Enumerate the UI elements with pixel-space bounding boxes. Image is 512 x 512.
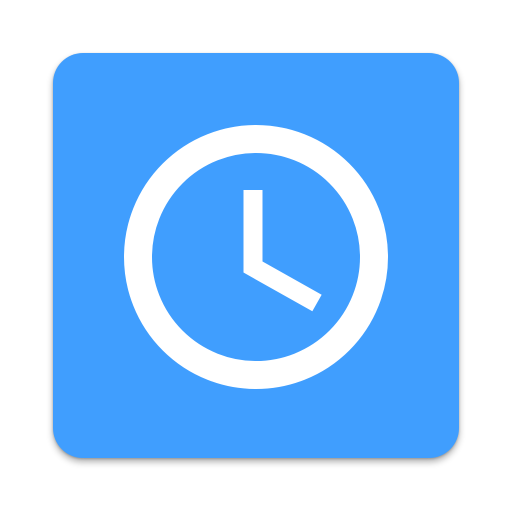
clock-icon [124,125,388,389]
app-icon-canvas [0,0,512,512]
clock-hands [243,190,322,312]
